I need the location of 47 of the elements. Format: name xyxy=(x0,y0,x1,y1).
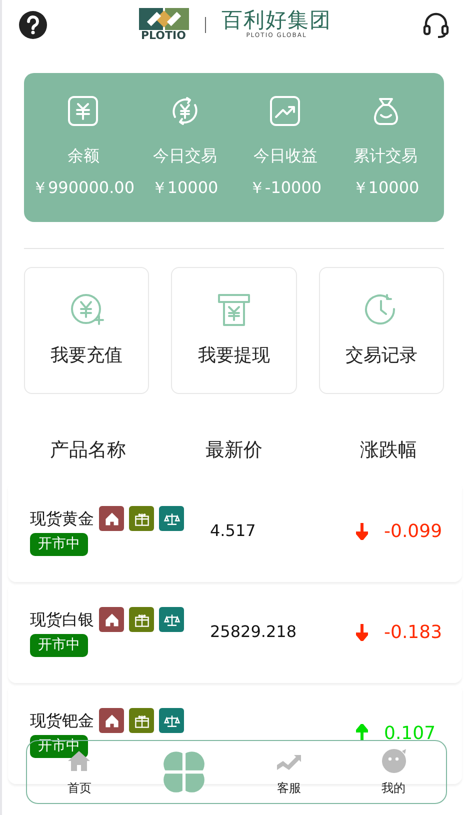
stat-label: 余额 xyxy=(66,145,100,167)
stat-value: ￥990000.00 xyxy=(32,177,135,199)
clover-icon xyxy=(162,750,206,794)
gift-icon xyxy=(129,708,154,733)
stat-label: 累计交易 xyxy=(352,145,419,167)
house-icon xyxy=(99,607,124,632)
divider-line xyxy=(204,17,206,33)
chat-bubble-icon xyxy=(380,747,408,775)
stat-value: ￥-10000 xyxy=(248,177,323,199)
product-name: 现货黄金 xyxy=(30,508,94,530)
stat-label: 今日交易 xyxy=(152,145,218,167)
stat-label: 今日收益 xyxy=(252,145,318,167)
market-status-badge: 开市中 xyxy=(30,533,88,556)
withdraw-receipt-icon xyxy=(216,292,252,328)
yuan-add-icon xyxy=(68,292,105,328)
column-header: 涨跌幅 xyxy=(360,439,418,461)
nav-tab[interactable]: 客服 xyxy=(236,746,342,798)
stat-value: ￥10000 xyxy=(150,177,220,199)
house-icon xyxy=(99,506,124,531)
yuan-icon xyxy=(67,95,100,127)
scale-icon xyxy=(159,708,184,733)
price-cell: 4.517 xyxy=(210,521,256,540)
logo-text: PLOTIO xyxy=(141,30,186,42)
house-icon xyxy=(99,708,124,733)
nav-tab[interactable]: 我的 xyxy=(341,746,446,798)
column-header: 产品名称 xyxy=(50,439,126,461)
gift-icon xyxy=(129,506,154,531)
gift-icon xyxy=(129,607,154,632)
change-value: 0.107 xyxy=(384,722,436,746)
stat-value: ￥10000 xyxy=(351,177,420,199)
help-icon[interactable] xyxy=(18,10,48,40)
change-value: -0.099 xyxy=(384,520,442,544)
market-status-badge: 开市中 xyxy=(30,634,88,657)
action-card[interactable]: 我要提现 xyxy=(171,267,297,394)
logo-icon xyxy=(138,8,188,30)
action-card[interactable]: 我要充值 xyxy=(24,267,150,394)
brand-name: 百利好集团 xyxy=(222,10,332,31)
scale-icon xyxy=(159,607,184,632)
column-header: 最新价 xyxy=(205,439,262,461)
action-card[interactable]: 交易记录 xyxy=(318,267,444,394)
scale-icon xyxy=(159,506,184,531)
price-cell: 25829.218 xyxy=(210,622,297,641)
change-value: -0.183 xyxy=(384,620,442,644)
product-name: 现货钯金 xyxy=(30,710,94,732)
trend-chart-icon xyxy=(269,95,302,127)
product-name: 现货白银 xyxy=(30,608,94,630)
customer-service-icon[interactable] xyxy=(422,11,450,39)
